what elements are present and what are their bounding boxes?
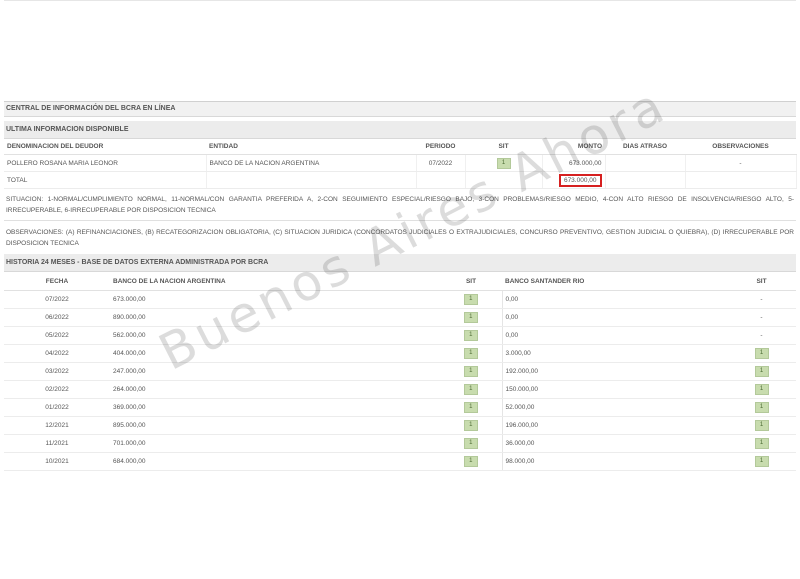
table-row: 03/2022 247.000,00 1 192.000,00 1	[4, 362, 796, 381]
bna-cell: 684.000,00	[110, 452, 440, 471]
top-divider	[4, 0, 796, 1]
periodo-value: 07/2022	[416, 154, 466, 172]
page-title: CENTRAL DE INFORMACIÓN DEL BCRA EN LÍNEA	[4, 101, 796, 117]
col-sit-bna: SIT	[440, 272, 502, 291]
deudor-name: POLLERO ROSANA MARIA LEONOR	[4, 154, 207, 172]
fecha-cell: 07/2022	[4, 290, 110, 309]
sit-badge: 1	[463, 402, 478, 413]
sit2-cell: -	[727, 308, 796, 327]
table-row: 04/2022 404.000,00 1 3.000,00 1	[4, 344, 796, 363]
dias-atraso-value	[605, 154, 686, 172]
sant-cell: 36.000,00	[502, 434, 727, 453]
fecha-cell: 10/2021	[4, 452, 110, 471]
sant-cell: 192.000,00	[502, 362, 727, 381]
col-sit-santander: SIT	[727, 272, 796, 291]
total-monto-highlight: 673.000,00	[558, 173, 602, 187]
sit-badge: 1	[463, 312, 478, 323]
sit-badge: 1	[754, 402, 769, 413]
table-row: 07/2022 673.000,00 1 0,00-	[4, 290, 796, 309]
table-row: 12/2021 895.000,00 1 196.000,00 1	[4, 416, 796, 435]
bna-cell: 404.000,00	[110, 344, 440, 363]
history-rows: 07/2022 673.000,00 1 0,00-06/2022 890.000,00…	[4, 290, 796, 471]
sit2-cell: -	[727, 326, 796, 345]
sant-cell: 52.000,00	[502, 398, 727, 417]
sit-badge: 1	[754, 384, 769, 395]
sit-badge: 1	[496, 157, 511, 169]
fecha-cell: 04/2022	[4, 344, 110, 363]
sit-badge: 1	[463, 330, 478, 341]
sant-cell: 196.000,00	[502, 416, 727, 435]
sit-badge: 1	[754, 420, 769, 431]
col-periodo: PERIODO	[416, 139, 465, 155]
sant-cell: 0,00	[502, 326, 727, 345]
bna-cell: 895.000,00	[110, 416, 440, 435]
sant-cell: 98.000,00	[502, 452, 727, 471]
section-header-latest: ULTIMA INFORMACION DISPONIBLE	[4, 121, 796, 139]
table-row: 05/2022 562.000,00 1 0,00-	[4, 326, 796, 345]
bna-cell: 562.000,00	[110, 326, 440, 345]
fecha-cell: 03/2022	[4, 362, 110, 381]
fecha-cell: 11/2021	[4, 434, 110, 453]
total-label: TOTAL	[4, 171, 207, 189]
fecha-cell: 01/2022	[4, 398, 110, 417]
bcra-report: CENTRAL DE INFORMACIÓN DEL BCRA EN LÍNEA…	[4, 101, 797, 471]
sit2-cell: -	[727, 290, 796, 309]
col-monto: MONTO	[542, 139, 605, 155]
monto-value: 673.000,00	[542, 154, 606, 172]
bna-cell: 701.000,00	[110, 434, 440, 453]
current-table-header: DENOMINACION DEL DEUDOR ENTIDAD PERIODO …	[4, 139, 796, 155]
sit-badge: 1	[754, 438, 769, 449]
fecha-cell: 06/2022	[4, 308, 110, 327]
bna-cell: 369.000,00	[110, 398, 440, 417]
fecha-cell: 05/2022	[4, 326, 110, 345]
history-table-header: FECHA BANCO DE LA NACION ARGENTINA SIT B…	[4, 272, 796, 291]
current-debt-table: DENOMINACION DEL DEUDOR ENTIDAD PERIODO …	[4, 139, 797, 189]
table-row: POLLERO ROSANA MARIA LEONOR BANCO DE LA …	[4, 154, 797, 172]
table-row: 10/2021 684.000,00 1 98.000,00 1	[4, 452, 796, 471]
fecha-cell: 12/2021	[4, 416, 110, 435]
table-row: 11/2021 701.000,00 1 36.000,00 1	[4, 434, 796, 453]
col-bna: BANCO DE LA NACION ARGENTINA	[110, 272, 440, 291]
entidad-name: BANCO DE LA NACION ARGENTINA	[206, 154, 417, 172]
bna-cell: 673.000,00	[110, 290, 440, 309]
sit-badge: 1	[463, 420, 478, 431]
bna-cell: 264.000,00	[110, 380, 440, 399]
col-fecha: FECHA	[4, 272, 110, 291]
history-table: FECHA BANCO DE LA NACION ARGENTINA SIT B…	[4, 272, 796, 471]
col-entidad: ENTIDAD	[206, 139, 416, 155]
sit-badge: 1	[463, 384, 478, 395]
col-observaciones: OBSERVACIONES	[685, 139, 796, 155]
sit-badge: 1	[754, 366, 769, 377]
fecha-cell: 02/2022	[4, 380, 110, 399]
sant-cell: 150.000,00	[502, 380, 727, 399]
bna-cell: 247.000,00	[110, 362, 440, 381]
bna-cell: 890.000,00	[110, 308, 440, 327]
sit-badge: 1	[754, 456, 769, 467]
col-sit: SIT	[465, 139, 542, 155]
table-row: 06/2022 890.000,00 1 0,00-	[4, 308, 796, 327]
sit-badge: 1	[754, 348, 769, 359]
sant-cell: 3.000,00	[502, 344, 727, 363]
observaciones-legend: OBSERVACIONES: (A) REFINANCIACIONES, (B)…	[4, 220, 796, 249]
sit-badge: 1	[463, 366, 478, 377]
total-row: TOTAL 673.000,00	[4, 171, 797, 189]
sit-badge: 1	[463, 348, 478, 359]
sit-badge: 1	[463, 456, 478, 467]
col-dias-atraso: DIAS ATRASO	[605, 139, 685, 155]
col-santander: BANCO SANTANDER RIO	[502, 272, 727, 291]
col-deudor: DENOMINACION DEL DEUDOR	[4, 139, 206, 155]
situacion-legend: SITUACION: 1-NORMAL/CUMPLIMIENTO NORMAL,…	[6, 196, 794, 214]
sit-badge: 1	[463, 294, 478, 305]
sant-cell: 0,00	[502, 308, 727, 327]
observaciones-value: -	[685, 154, 797, 172]
section-header-history: HISTORIA 24 MESES - BASE DE DATOS EXTERN…	[4, 254, 796, 272]
table-row: 02/2022 264.000,00 1 150.000,00 1	[4, 380, 796, 399]
sant-cell: 0,00	[502, 290, 727, 309]
table-row: 01/2022 369.000,00 1 52.000,00 1	[4, 398, 796, 417]
sit-badge: 1	[463, 438, 478, 449]
